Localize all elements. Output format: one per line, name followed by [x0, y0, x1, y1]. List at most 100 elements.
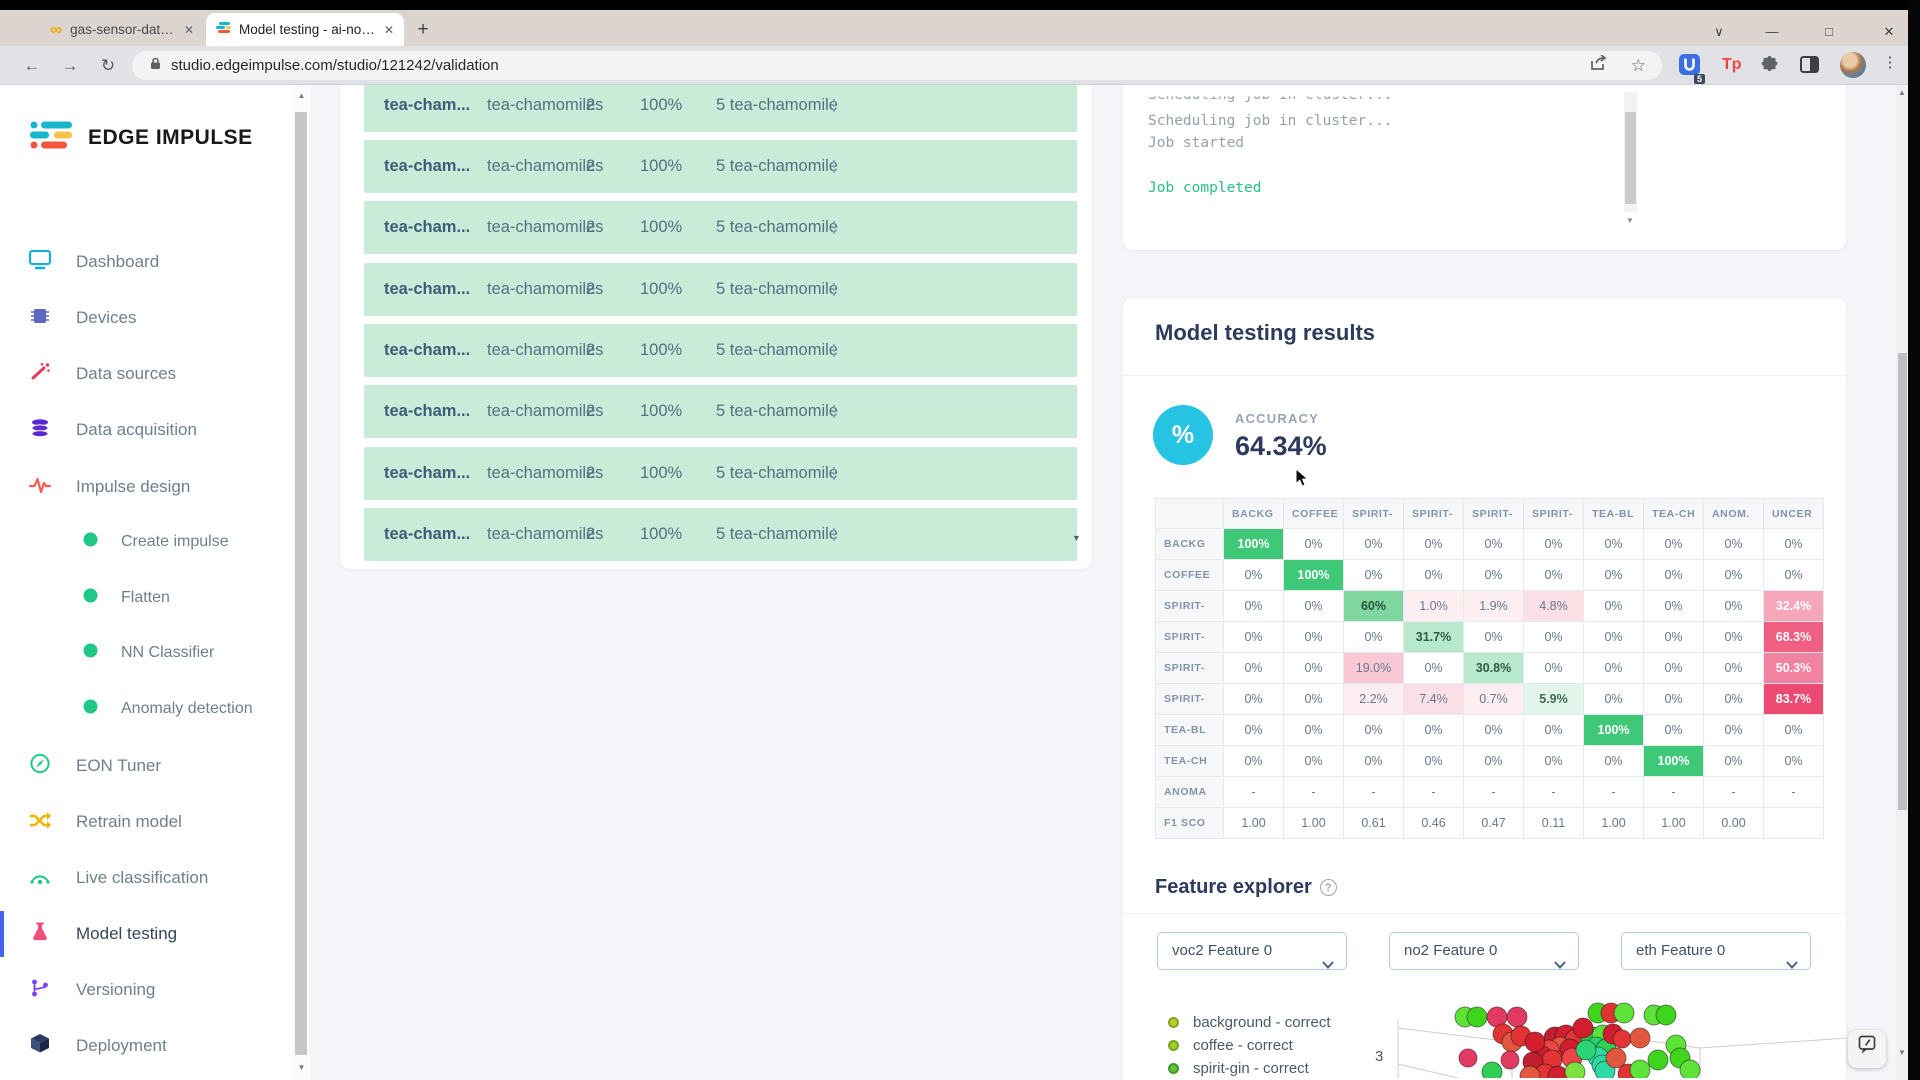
- table-row[interactable]: tea-cham...tea-chamomile2s100%5 tea-cham…: [364, 201, 1077, 254]
- chevron-down-icon: [1322, 947, 1334, 983]
- sidebar-item-retrain-model[interactable]: Retrain model: [0, 799, 293, 845]
- profile-avatar[interactable]: [1840, 52, 1866, 78]
- sidebar-item-flatten[interactable]: Flatten: [0, 575, 293, 621]
- confusion-matrix: BACKGCOFFEESPIRIT-SPIRIT-SPIRIT-SPIRIT-T…: [1155, 498, 1824, 839]
- sidebar-item-data-acquisition[interactable]: Data acquisition: [0, 407, 293, 453]
- sidebar-item-data-sources[interactable]: Data sources: [0, 351, 293, 397]
- help-icon[interactable]: ?: [1320, 879, 1337, 896]
- row-menu-button[interactable]: ⋮: [824, 447, 844, 500]
- extension-icon-badge[interactable]: 5: [1678, 53, 1701, 81]
- table-row[interactable]: tea-cham...tea-chamomile2s100%5 tea-cham…: [364, 447, 1077, 500]
- scrollbar-thumb[interactable]: [1898, 353, 1907, 810]
- scatter-point: [1525, 1032, 1545, 1052]
- table-row[interactable]: tea-cham...tea-chamomile2s100%5 tea-cham…: [364, 263, 1077, 316]
- minimize-window-button[interactable]: —: [1760, 24, 1784, 39]
- table-row[interactable]: tea-cham...tea-chamomile2s100%5 tea-cham…: [364, 324, 1077, 377]
- matrix-cell: -: [1644, 777, 1704, 808]
- extension-icon-tp[interactable]: Tp: [1722, 56, 1742, 74]
- extensions-puzzle-icon[interactable]: [1760, 55, 1779, 79]
- matrix-cell: 0%: [1584, 746, 1644, 777]
- scrollbar-thumb[interactable]: [295, 112, 307, 1055]
- legend-item[interactable]: spirit-gin - correct: [1168, 1060, 1309, 1077]
- row-menu-button[interactable]: ⋮: [824, 140, 844, 193]
- edge-impulse-logo[interactable]: EDGE IMPULSE: [30, 120, 253, 155]
- row-menu-button[interactable]: ⋮: [824, 263, 844, 316]
- forward-button[interactable]: →: [58, 54, 82, 78]
- close-window-button[interactable]: ✕: [1877, 24, 1901, 40]
- matrix-cell: 50.3%: [1764, 653, 1824, 684]
- sidebar-item-live-classification[interactable]: Live classification: [0, 855, 293, 901]
- feature-scatter-plot[interactable]: [1370, 998, 1846, 1078]
- new-tab-button[interactable]: +: [410, 19, 436, 43]
- sidebar-item-model-testing[interactable]: Model testing: [0, 911, 293, 957]
- deployment-icon: [28, 1033, 52, 1059]
- matrix-cell: 0%: [1584, 591, 1644, 622]
- tab-search-chevron-icon[interactable]: ∨: [1707, 24, 1731, 40]
- feature-dropdown-1[interactable]: voc2 Feature 0: [1157, 932, 1347, 970]
- side-panel-icon[interactable]: [1800, 56, 1819, 78]
- matrix-cell: 0%: [1224, 591, 1284, 622]
- table-row[interactable]: tea-cham...tea-chamomile2s100%5 tea-cham…: [364, 140, 1077, 193]
- matrix-cell: 30.8%: [1464, 653, 1524, 684]
- matrix-cell: 0.7%: [1464, 684, 1524, 715]
- row-menu-button[interactable]: ⋮: [824, 324, 844, 377]
- matrix-col-header: SPIRIT-: [1344, 499, 1404, 529]
- sidebar-item-create-impulse[interactable]: Create impulse: [0, 519, 293, 565]
- row-menu-button[interactable]: ⋮: [824, 385, 844, 438]
- address-bar[interactable]: studio.edgeimpulse.com/studio/121242/val…: [132, 51, 1662, 80]
- sidebar-item-impulse-design[interactable]: Impulse design: [0, 464, 293, 510]
- close-tab-icon[interactable]: ✕: [384, 23, 394, 37]
- scroll-up-icon[interactable]: ▲: [293, 91, 310, 100]
- legend-item[interactable]: background - correct: [1168, 1014, 1331, 1031]
- row-menu-button[interactable]: ⋮: [824, 508, 844, 561]
- feedback-button[interactable]: [1848, 1030, 1886, 1068]
- scatter-point: [1507, 1007, 1527, 1027]
- sidebar-item-nn-classifier[interactable]: NN Classifier: [0, 630, 293, 676]
- scroll-up-icon[interactable]: ▲: [1896, 88, 1908, 97]
- browser-menu-button[interactable]: ⋮: [1880, 53, 1900, 71]
- log-scroll-down-icon[interactable]: ▼: [1626, 216, 1634, 225]
- back-button[interactable]: ←: [20, 54, 44, 78]
- table-row[interactable]: tea-cham...tea-chamomile2s100%5 tea-cham…: [364, 85, 1077, 132]
- feature-dropdown-2[interactable]: no2 Feature 0: [1389, 932, 1579, 970]
- legend-item[interactable]: coffee - correct: [1168, 1037, 1293, 1054]
- sidebar-item-eon-tuner[interactable]: EON Tuner: [0, 743, 293, 789]
- row-menu-button[interactable]: ⋮: [824, 85, 844, 132]
- tab-colab-notebook[interactable]: ∞ gas-sensor-dataset-curation.ipyn ✕: [40, 13, 204, 46]
- green-dot-icon: [78, 643, 102, 663]
- sidebar-scrollbar[interactable]: ▲ ▼: [293, 85, 310, 1080]
- sidebar-item-dashboard[interactable]: Dashboard: [0, 239, 293, 285]
- matrix-cell: 0%: [1524, 715, 1584, 746]
- sample-length: 2s: [586, 201, 603, 254]
- edge-impulse-studio: EDGE IMPULSE Dashboard Devices Data source…: [0, 85, 1908, 1080]
- matrix-cell: 0%: [1704, 622, 1764, 653]
- scroll-down-icon[interactable]: ▼: [1896, 1048, 1908, 1057]
- sample-accuracy: 100%: [640, 508, 682, 561]
- table-scroll-down-icon[interactable]: ▼: [1072, 533, 1081, 543]
- extension-badge-count: 5: [1694, 74, 1705, 84]
- sidebar-item-deployment[interactable]: Deployment: [0, 1023, 293, 1069]
- row-menu-button[interactable]: ⋮: [824, 201, 844, 254]
- tab-model-testing[interactable]: Model testing - ai-nose - Edge In ✕: [206, 13, 404, 46]
- page-scrollbar[interactable]: ▲ ▼: [1896, 85, 1908, 1080]
- reload-button[interactable]: ↻: [96, 54, 120, 78]
- matrix-cell: 1.00: [1284, 808, 1344, 839]
- log-scrollbar-thumb[interactable]: [1625, 112, 1636, 204]
- close-tab-icon[interactable]: ✕: [184, 23, 194, 37]
- maximize-window-button[interactable]: □: [1817, 24, 1841, 39]
- sidebar-item-label: Flatten: [121, 589, 170, 607]
- matrix-cell: -: [1404, 777, 1464, 808]
- scroll-down-icon[interactable]: ▼: [293, 1063, 310, 1072]
- table-row[interactable]: tea-cham...tea-chamomile2s100%5 tea-cham…: [364, 385, 1077, 438]
- sidebar-item-anomaly-detection[interactable]: Anomaly detection: [0, 686, 293, 732]
- share-icon[interactable]: [1590, 55, 1607, 76]
- table-row[interactable]: tea-cham...tea-chamomile2s100%5 tea-cham…: [364, 508, 1077, 561]
- sample-name: tea-cham...: [384, 140, 470, 193]
- job-log-card[interactable]: Scheduling job in cluster...Scheduling j…: [1123, 85, 1846, 250]
- sidebar-item-versioning[interactable]: Versioning: [0, 967, 293, 1013]
- edge-impulse-logo-icon: [30, 120, 76, 155]
- sidebar-item-devices[interactable]: Devices: [0, 295, 293, 341]
- matrix-cell: 4.8%: [1524, 591, 1584, 622]
- feature-dropdown-3[interactable]: eth Feature 0: [1621, 932, 1811, 970]
- bookmark-star-icon[interactable]: ☆: [1631, 56, 1646, 76]
